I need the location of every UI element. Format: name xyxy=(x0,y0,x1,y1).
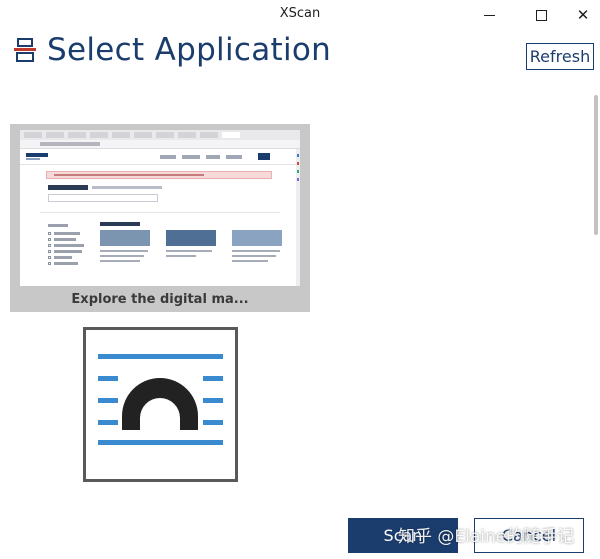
minimize-button[interactable] xyxy=(466,0,512,30)
browser-preview xyxy=(20,130,300,286)
close-button[interactable]: ✕ xyxy=(560,0,600,30)
scan-button[interactable]: Scan xyxy=(348,518,458,553)
preview-tab-strip xyxy=(20,130,300,140)
cancel-button[interactable]: Cancel xyxy=(474,518,584,553)
page-title: Select Application xyxy=(47,32,332,68)
maximize-button[interactable] xyxy=(518,0,564,30)
scrollbar-thumb[interactable] xyxy=(594,95,598,235)
preview-logo xyxy=(26,153,48,157)
app-thumbnail-browser[interactable]: Explore the digital ma... xyxy=(10,124,310,312)
preview-search xyxy=(48,194,158,202)
title-bar: XScan ✕ xyxy=(0,0,600,30)
scanner-icon xyxy=(14,38,36,62)
maximize-icon xyxy=(535,9,547,21)
thumbnail-caption: Explore the digital ma... xyxy=(71,292,249,307)
app-thumbnail-icon[interactable] xyxy=(83,327,238,482)
refresh-button[interactable]: Refresh xyxy=(526,43,594,70)
minimize-icon xyxy=(483,14,495,16)
close-icon: ✕ xyxy=(576,7,590,24)
scan-app-icon xyxy=(98,354,223,445)
xscan-window: XScan ✕ Select Application Refresh Explo… xyxy=(0,0,600,559)
